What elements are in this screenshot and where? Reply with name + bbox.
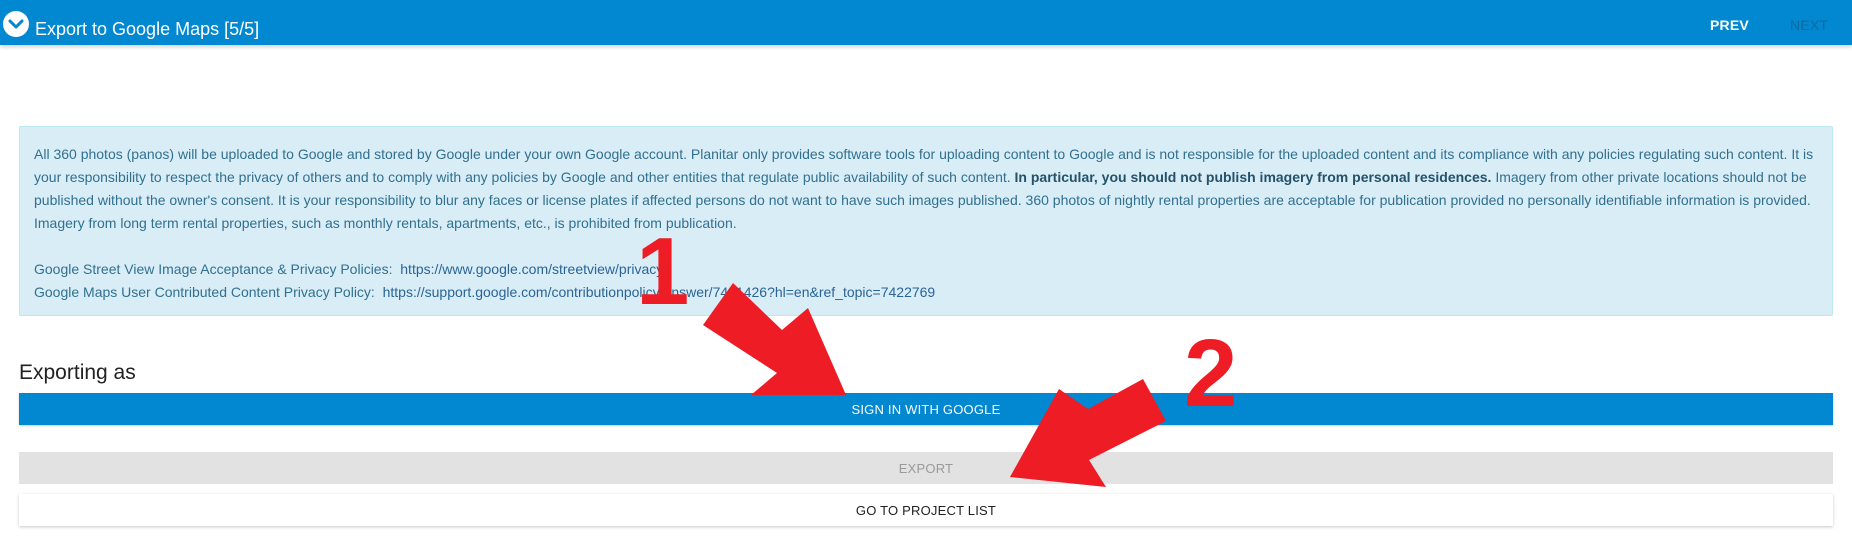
maps-content-policy-link[interactable]: https://support.google.com/contributionp… <box>383 284 936 300</box>
chevron-down-icon <box>8 19 24 29</box>
privacy-notice: All 360 photos (panos) will be uploaded … <box>19 126 1833 316</box>
page-title: Export to Google Maps [5/5] <box>35 19 260 39</box>
go-to-project-list-button[interactable]: GO TO PROJECT LIST <box>19 494 1833 526</box>
header-bar: Export to Google Maps [5/5] PREV NEXT <box>0 0 1852 45</box>
policy-label: Google Street View Image Acceptance & Pr… <box>34 261 393 277</box>
next-button[interactable]: NEXT <box>1790 17 1828 33</box>
policy-line-street-view: Google Street View Image Acceptance & Pr… <box>34 258 1818 281</box>
street-view-policy-link[interactable]: https://www.google.com/streetview/privac… <box>400 261 667 277</box>
export-page: Export to Google Maps [5/5] PREV NEXT Al… <box>0 0 1852 547</box>
notice-paragraph: All 360 photos (panos) will be uploaded … <box>34 143 1818 235</box>
notice-warning: In particular, you should not publish im… <box>1014 169 1492 185</box>
export-button[interactable]: EXPORT <box>19 452 1833 484</box>
sign-in-with-google-button[interactable]: SIGN IN WITH GOOGLE <box>19 393 1833 425</box>
exporting-as-heading: Exporting as <box>19 361 136 384</box>
policy-line-maps: Google Maps User Contributed Content Pri… <box>34 281 1818 304</box>
prev-button[interactable]: PREV <box>1710 17 1749 33</box>
collapse-button[interactable] <box>3 11 29 37</box>
policy-label: Google Maps User Contributed Content Pri… <box>34 284 375 300</box>
